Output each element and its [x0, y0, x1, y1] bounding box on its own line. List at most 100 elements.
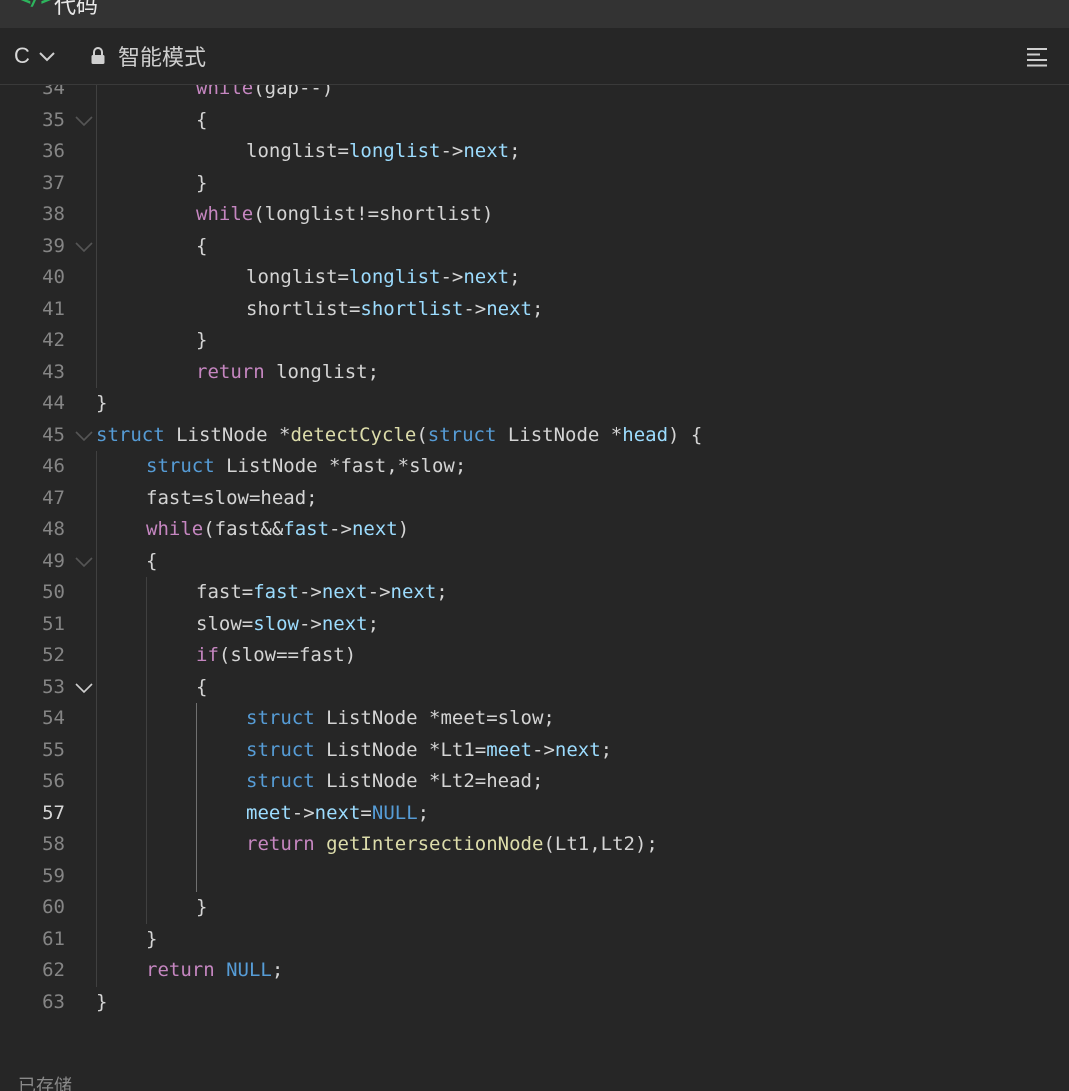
code-line[interactable]: 52 if(slow==fast)	[0, 640, 1069, 672]
fold-chevron-icon[interactable]	[74, 114, 94, 128]
code-token: next	[321, 612, 368, 635]
code-text[interactable]: slow=slow->next;	[196, 609, 379, 641]
code-line[interactable]: 51 slow=slow->next;	[0, 609, 1069, 641]
line-number: 47	[42, 486, 65, 509]
code-text[interactable]: meet->next=NULL;	[246, 798, 429, 830]
code-line[interactable]: 50 fast=fast->next->next;	[0, 577, 1069, 609]
code-text[interactable]: struct ListNode *detectCycle(struct List…	[96, 420, 702, 452]
code-line[interactable]: 48 while(fast&&fast->next)	[0, 514, 1069, 546]
code-line[interactable]: 39 {	[0, 231, 1069, 263]
code-token: struct	[427, 423, 497, 446]
code-token: ;	[417, 801, 430, 824]
code-line[interactable]: 34 while(gap--)	[0, 85, 1069, 105]
code-text[interactable]: return getIntersectionNode(Lt1,Lt2);	[246, 829, 658, 861]
code-line[interactable]: 59	[0, 861, 1069, 893]
code-editor[interactable]: 34 while(gap--) 35 {36 longlist=longlist->ne…	[0, 85, 1069, 1045]
window-title: 代码	[54, 0, 99, 19]
code-line[interactable]: 44}	[0, 388, 1069, 420]
code-line[interactable]: 61}	[0, 924, 1069, 956]
fold-chevron-icon[interactable]	[74, 429, 94, 443]
code-text[interactable]: return longlist;	[196, 357, 379, 389]
code-text[interactable]: }	[196, 168, 207, 200]
code-token: ->	[298, 581, 322, 603]
line-number: 45	[42, 423, 65, 446]
code-token: next	[554, 738, 601, 761]
code-text[interactable]: longlist=longlist->next;	[246, 262, 521, 294]
code-line[interactable]: 35 {	[0, 105, 1069, 137]
code-text[interactable]: struct ListNode *fast,*slow;	[146, 451, 466, 483]
code-text[interactable]: while(gap--)	[196, 85, 333, 105]
code-text[interactable]: while(fast&&fast->next)	[146, 514, 409, 546]
fold-chevron-icon[interactable]	[74, 240, 94, 254]
code-text[interactable]: longlist=longlist->next;	[246, 136, 521, 168]
code-token: return	[246, 833, 315, 855]
code-token: longlist	[348, 266, 441, 288]
code-text[interactable]: {	[146, 546, 157, 578]
language-select[interactable]: C	[14, 42, 56, 70]
code-text[interactable]: {	[196, 231, 207, 263]
code-line[interactable]: 55 struct ListNode *Lt1=meet->next;	[0, 735, 1069, 767]
line-number: 51	[42, 612, 65, 635]
code-line[interactable]: 60}	[0, 892, 1069, 924]
code-text[interactable]: if(slow==fast)	[196, 640, 356, 672]
code-line[interactable]: 47 fast=slow=head;	[0, 483, 1069, 515]
code-line[interactable]: 38 while(longlist!=shortlist)	[0, 199, 1069, 231]
smart-mode-indicator[interactable]: 智能模式	[90, 42, 206, 71]
code-text[interactable]: while(longlist!=shortlist)	[196, 199, 493, 231]
code-text[interactable]: }	[96, 987, 107, 1019]
code-line[interactable]: 54 struct ListNode *meet=slow;	[0, 703, 1069, 735]
code-text[interactable]: }	[96, 388, 107, 420]
line-number: 36	[42, 140, 65, 162]
code-line[interactable]: 53 {	[0, 672, 1069, 704]
line-number: 61	[42, 927, 65, 950]
outline-menu-icon[interactable]	[1025, 46, 1049, 68]
fold-chevron-icon[interactable]	[74, 681, 94, 695]
code-line[interactable]: 45 struct ListNode *detectCycle(struct Li…	[0, 420, 1069, 452]
code-token: }	[96, 392, 108, 414]
code-token: NULL	[226, 959, 272, 981]
code-text[interactable]: }	[146, 924, 157, 956]
line-number: 57	[42, 801, 65, 824]
line-number: 56	[42, 770, 65, 792]
code-token: (fast&&	[203, 518, 284, 540]
code-line[interactable]: 62 return NULL;	[0, 955, 1069, 987]
code-text[interactable]: {	[196, 672, 207, 704]
code-line[interactable]: 56 struct ListNode *Lt2=head;	[0, 766, 1069, 798]
code-token: {	[146, 549, 158, 572]
code-line[interactable]: 43 return longlist;	[0, 357, 1069, 389]
line-number: 63	[42, 990, 65, 1013]
indent-guide	[96, 85, 97, 388]
code-line[interactable]: 42}	[0, 325, 1069, 357]
code-token: {	[196, 108, 208, 131]
code-token: (Lt1,Lt2);	[543, 833, 658, 855]
code-token: (slow==fast)	[218, 644, 357, 666]
code-line[interactable]: 36 longlist=longlist->next;	[0, 136, 1069, 168]
code-text[interactable]: }	[196, 325, 207, 357]
line-number: 55	[42, 738, 65, 761]
code-token: {	[196, 675, 208, 698]
line-number: 35	[42, 108, 65, 131]
code-text[interactable]: return NULL;	[146, 955, 283, 987]
code-text[interactable]: {	[196, 105, 207, 137]
code-line[interactable]: 40 longlist=longlist->next;	[0, 262, 1069, 294]
code-line[interactable]: 49 {	[0, 546, 1069, 578]
code-line[interactable]: 46 struct ListNode *fast,*slow;	[0, 451, 1069, 483]
code-text[interactable]: struct ListNode *Lt1=meet->next;	[246, 735, 612, 767]
line-number: 58	[42, 833, 65, 855]
code-line[interactable]: 37}	[0, 168, 1069, 200]
code-line[interactable]: 57 meet->next=NULL;	[0, 798, 1069, 830]
fold-chevron-icon[interactable]	[74, 555, 94, 569]
code-text[interactable]: struct ListNode *Lt2=head;	[246, 766, 543, 798]
code-text[interactable]: shortlist=shortlist->next;	[246, 294, 543, 326]
code-text[interactable]: struct ListNode *meet=slow;	[246, 703, 555, 735]
code-line[interactable]: 41 shortlist=shortlist->next;	[0, 294, 1069, 326]
code-token: longlist	[348, 140, 441, 162]
code-text[interactable]: fast=slow=head;	[146, 483, 318, 515]
line-number: 44	[42, 392, 65, 414]
code-token: ListNode *	[496, 423, 623, 446]
code-text[interactable]: fast=fast->next->next;	[196, 577, 448, 609]
code-text[interactable]: }	[196, 892, 207, 924]
code-token: ;	[532, 297, 544, 320]
code-line[interactable]: 63}	[0, 987, 1069, 1019]
code-line[interactable]: 58 return getIntersectionNode(Lt1,Lt2);	[0, 829, 1069, 861]
